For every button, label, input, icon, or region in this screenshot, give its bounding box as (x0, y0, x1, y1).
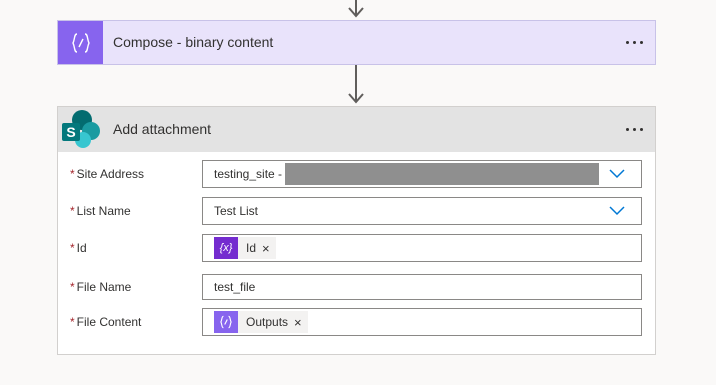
file-content-input[interactable]: Outputs × (202, 308, 642, 336)
connector-arrow-top (346, 0, 366, 20)
file-content-label: * File Content (70, 315, 142, 329)
compose-action-card[interactable]: Compose - binary content (57, 20, 656, 65)
outputs-token-label: Outputs (246, 315, 289, 329)
dot-icon (640, 128, 643, 131)
add-attachment-title: Add attachment (113, 121, 212, 137)
connector-arrow-middle (346, 65, 366, 106)
compose-title: Compose - binary content (113, 34, 274, 50)
list-name-row: * List Name Test List (58, 197, 655, 225)
curly-braces-icon (58, 21, 103, 64)
outputs-token[interactable]: Outputs × (214, 311, 308, 333)
dot-icon (626, 41, 629, 44)
id-token-label: Id (246, 241, 257, 255)
list-name-value: Test List (214, 204, 259, 218)
redacted-block (285, 163, 599, 185)
dot-icon (640, 41, 643, 44)
id-input[interactable]: {x} Id × (202, 234, 642, 262)
compose-more-options-button[interactable] (626, 21, 643, 64)
dot-icon (626, 128, 629, 131)
add-attachment-action-card: S Add attachment * Site Address testing_s… (57, 106, 656, 355)
chevron-down-icon[interactable] (609, 169, 625, 179)
close-icon[interactable]: × (292, 315, 308, 330)
site-address-row: * Site Address testing_site - (58, 160, 655, 188)
expression-icon: {x} (214, 237, 238, 259)
site-address-dropdown[interactable]: testing_site - (202, 160, 642, 188)
site-address-label: * Site Address (70, 167, 145, 181)
add-attachment-more-options-button[interactable] (626, 107, 643, 152)
file-name-input[interactable]: test_file (202, 274, 642, 300)
file-name-label: * File Name (70, 280, 132, 294)
dot-icon (633, 41, 636, 44)
list-name-dropdown[interactable]: Test List (202, 197, 642, 225)
chevron-down-icon[interactable] (609, 206, 625, 216)
list-name-label: * List Name (70, 204, 131, 218)
svg-text:S: S (66, 124, 75, 140)
id-token[interactable]: {x} Id × (214, 237, 276, 259)
id-row: * Id {x} Id × (58, 234, 655, 262)
curly-braces-icon (214, 311, 238, 333)
sharepoint-icon: S (62, 110, 100, 148)
add-attachment-header[interactable]: S Add attachment (58, 107, 655, 152)
file-name-value: test_file (214, 280, 256, 294)
close-icon[interactable]: × (260, 241, 276, 256)
file-name-row: * File Name test_file (58, 274, 655, 300)
dot-icon (633, 128, 636, 131)
site-address-value: testing_site - (214, 167, 283, 181)
file-content-row: * File Content Outputs × (58, 308, 655, 336)
id-label: * Id (70, 241, 87, 255)
